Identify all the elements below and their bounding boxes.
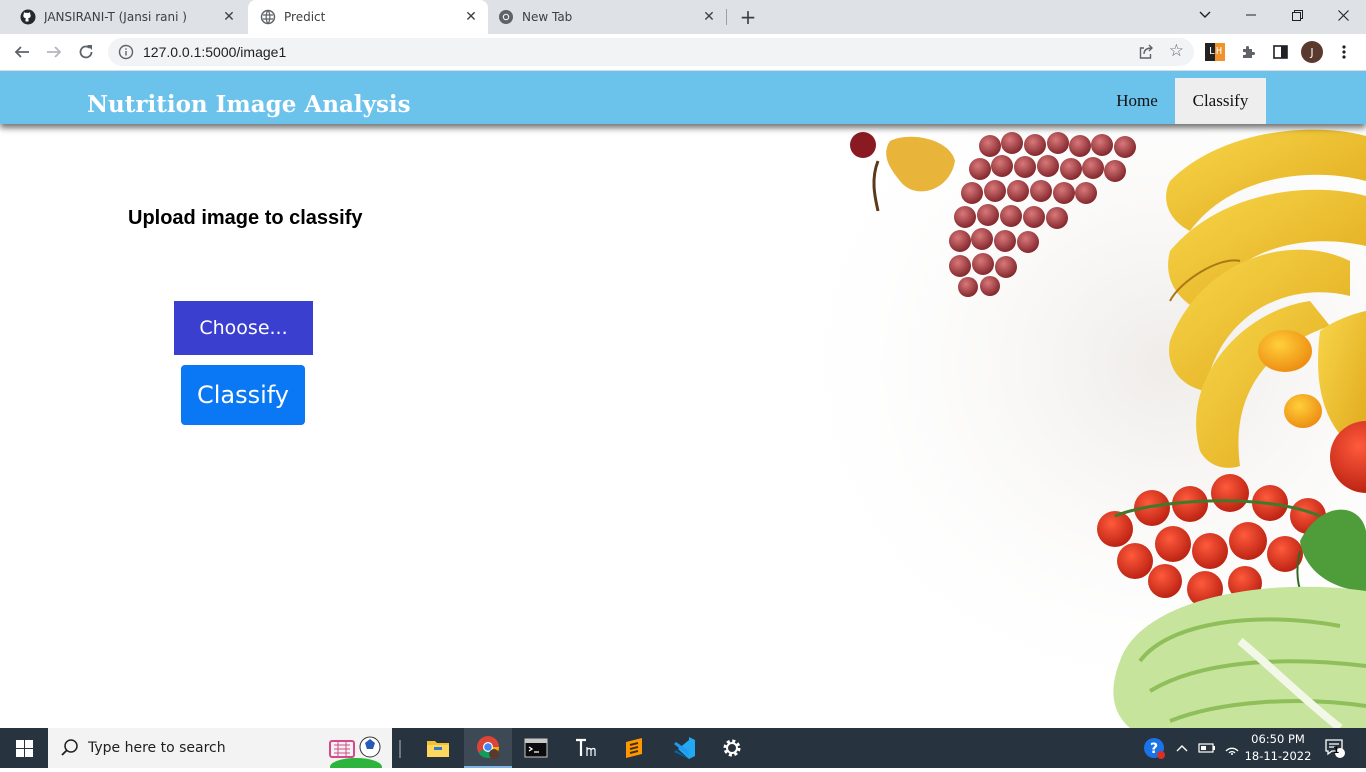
wifi-icon[interactable] <box>1222 728 1242 768</box>
browser-tab-strip: JANSIRANI-T (Jansi rani ) ✕ Predict ✕ Ne… <box>0 0 1366 34</box>
upload-heading: Upload image to classify <box>128 207 363 229</box>
taskbar-search-box[interactable]: Type here to search <box>48 728 392 772</box>
site-info-icon[interactable] <box>118 44 134 60</box>
nav-classify-link[interactable]: Classify <box>1175 78 1266 124</box>
clock-time: 06:50 PM <box>1251 732 1305 746</box>
new-tab-button[interactable]: + <box>737 6 759 28</box>
forward-arrow-icon[interactable] <box>42 40 66 64</box>
tab-title: Predict <box>284 10 326 24</box>
close-tab-icon[interactable]: ✕ <box>221 9 237 25</box>
vscode-icon[interactable] <box>660 728 708 768</box>
windows-taskbar: Type here to search ? 06:50 PM 18-11-202… <box>0 728 1366 772</box>
taskbar-divider <box>399 740 401 758</box>
notification-count: 1 <box>1333 746 1340 756</box>
battery-icon[interactable] <box>1196 728 1218 768</box>
typora-icon[interactable] <box>562 728 610 768</box>
tab-new-tab[interactable]: New Tab ✕ <box>488 0 726 34</box>
close-tab-icon[interactable]: ✕ <box>701 9 717 25</box>
chevron-up-icon[interactable] <box>1172 728 1192 768</box>
tab-predict[interactable]: Predict ✕ <box>248 0 488 34</box>
globe-icon <box>260 9 276 25</box>
lighthouse-extension-icon[interactable]: LH <box>1205 42 1225 62</box>
file-explorer-icon[interactable] <box>414 728 462 768</box>
address-bar[interactable]: 127.0.0.1:5000/image1 ☆ <box>108 38 1194 66</box>
tab-separator <box>726 9 727 25</box>
search-placeholder: Type here to search <box>88 740 226 756</box>
site-navbar: Nutrition Image Analysis Home Classify <box>0 71 1366 124</box>
web-page: Nutrition Image Analysis Home Classify U… <box>0 71 1366 728</box>
extension-label: LH <box>1209 46 1224 57</box>
extensions-puzzle-icon[interactable] <box>1238 42 1258 62</box>
notification-icon[interactable]: 1 <box>1320 728 1350 768</box>
side-panel-icon[interactable] <box>1270 42 1290 62</box>
share-icon[interactable] <box>1138 44 1154 60</box>
site-brand-title[interactable]: Nutrition Image Analysis <box>87 91 411 118</box>
search-highlight-icon <box>328 733 388 772</box>
profile-avatar[interactable]: J <box>1301 41 1323 63</box>
windows-start-icon[interactable] <box>0 728 48 768</box>
tab-title: JANSIRANI-T (Jansi rani ) <box>44 10 187 24</box>
choose-file-button[interactable]: Choose... <box>174 301 313 355</box>
sublime-text-icon[interactable] <box>610 728 658 768</box>
produce-background-image <box>700 121 1366 728</box>
github-icon <box>20 9 36 25</box>
close-tab-icon[interactable]: ✕ <box>463 9 479 25</box>
tab-title: New Tab <box>522 10 573 24</box>
minimize-icon[interactable] <box>1228 0 1274 30</box>
tab-github[interactable]: JANSIRANI-T (Jansi rani ) ✕ <box>0 0 246 34</box>
terminal-icon[interactable] <box>512 728 560 768</box>
help-icon[interactable]: ? <box>1140 728 1168 768</box>
nav-home-link[interactable]: Home <box>1100 78 1174 124</box>
kebab-menu-icon[interactable] <box>1334 42 1354 62</box>
chrome-taskbar-icon[interactable] <box>464 728 512 768</box>
svg-text:?: ? <box>1150 741 1158 757</box>
settings-gear-icon[interactable] <box>708 728 756 768</box>
browser-toolbar: 127.0.0.1:5000/image1 ☆ LH J <box>0 34 1366 71</box>
classify-button[interactable]: Classify <box>181 365 305 425</box>
search-icon <box>60 738 80 758</box>
restore-icon[interactable] <box>1274 0 1320 30</box>
back-arrow-icon[interactable] <box>10 40 34 64</box>
reload-icon[interactable] <box>74 40 98 64</box>
chrome-icon <box>498 9 514 25</box>
taskbar-clock[interactable]: 06:50 PM 18-11-2022 <box>1243 731 1313 765</box>
bookmark-star-icon[interactable]: ☆ <box>1169 42 1184 60</box>
url-text[interactable]: 127.0.0.1:5000/image1 <box>143 44 286 60</box>
close-window-icon[interactable] <box>1320 0 1366 30</box>
clock-date: 18-11-2022 <box>1244 749 1312 763</box>
tab-search-chevron-icon[interactable] <box>1182 0 1228 30</box>
